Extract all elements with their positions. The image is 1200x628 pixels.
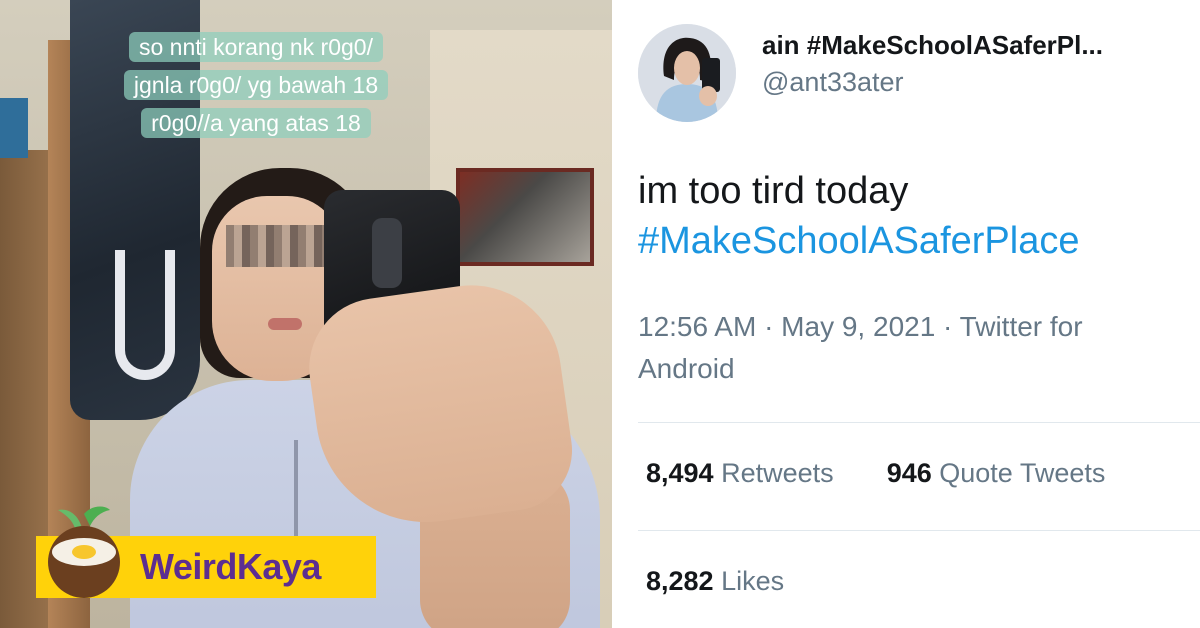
caption-line: so nnti korang nk r0g0/ [76,28,436,66]
blue-box [0,98,28,158]
censor-blur [226,225,324,267]
caption-line: jgnla r0g0/ yg bawah 18 [76,66,436,104]
avatar[interactable] [638,24,736,122]
tweet-author: ain #MakeSchoolASaferPl... @ant33ater [762,30,1182,98]
coconut-icon [48,506,120,598]
caption-line: r0g0//a yang atas 18 [76,104,436,142]
shirt-seam [294,440,298,540]
engagement-stats: 8,494 Retweets 946 Quote Tweets [646,458,1105,489]
video-frame: so nnti korang nk r0g0/ jgnla r0g0/ yg b… [0,0,612,628]
tweet-text: im too tird today [638,170,909,212]
retweets-count: 8,494 [646,458,714,488]
tweet-card: ain #MakeSchoolASaferPl... @ant33ater im… [612,0,1200,628]
phone-camera-module [372,218,402,288]
weirdkaya-logo: WeirdKaya [36,506,376,598]
retweets-stat[interactable]: 8,494 Retweets [646,458,834,488]
wall-poster [456,168,594,266]
quote-tweets-stat[interactable]: 946 Quote Tweets [887,458,1106,488]
display-name[interactable]: ain #MakeSchoolASaferPl... [762,30,1182,61]
tweet-meta: 12:56 AM · May 9, 2021 · Twitter for And… [638,311,1083,384]
person-mouth [268,318,302,330]
likes-stat[interactable]: 8,282 Likes [646,566,784,597]
avatar-image [638,24,736,122]
divider [638,422,1200,423]
quote-tweets-count: 946 [886,458,932,488]
likes-count: 8,282 [646,566,714,596]
likes-label: Likes [721,566,785,596]
video-caption: so nnti korang nk r0g0/ jgnla r0g0/ yg b… [76,28,436,178]
user-handle[interactable]: @ant33ater [762,67,1182,98]
tweet-body: im too tird today #MakeSchoolASaferPlace [638,166,1188,266]
quote-tweets-label: Quote Tweets [939,458,1106,488]
hashtag-link[interactable]: #MakeSchoolASaferPlace [638,216,1188,266]
logo-text: WeirdKaya [140,546,321,587]
helmet-strap [115,250,175,380]
retweets-label: Retweets [721,458,834,488]
divider [638,530,1200,531]
